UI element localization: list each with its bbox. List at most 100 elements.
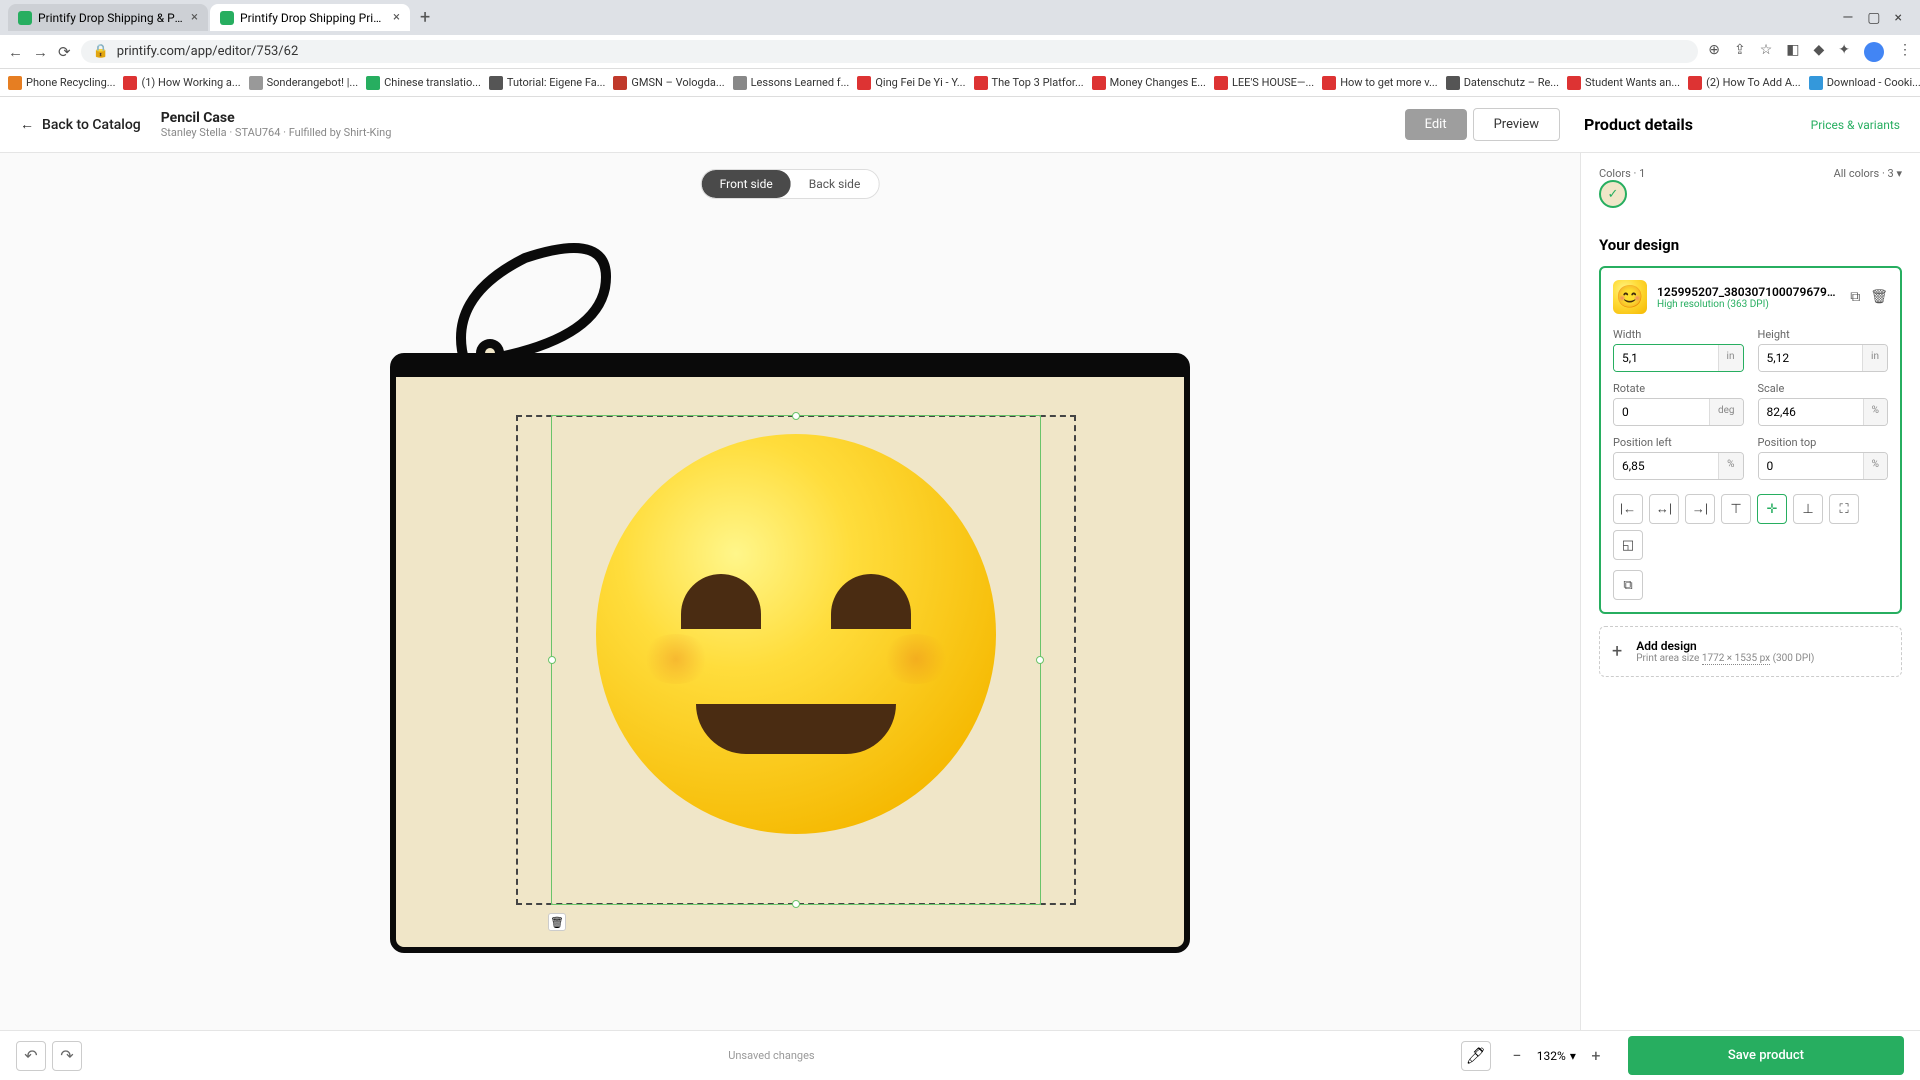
canvas-area[interactable]: Front side Back side 🗑	[0, 153, 1580, 1030]
edit-button[interactable]: Edit	[1405, 109, 1467, 140]
nav-forward-icon[interactable]: →	[33, 43, 48, 61]
bookmark-item[interactable]: Money Changes E...	[1092, 76, 1206, 90]
product-subtitle: Stanley Stella · STAU764 · Fulfilled by …	[161, 126, 392, 139]
back-label: Back to Catalog	[42, 117, 141, 133]
app-header: ← Back to Catalog Pencil Case Stanley St…	[0, 97, 1920, 153]
align-center-v-icon[interactable]: ✛	[1757, 494, 1787, 524]
width-input[interactable]	[1614, 345, 1718, 371]
bookmark-item[interactable]: Phone Recycling...	[8, 76, 115, 90]
scale-input[interactable]	[1759, 399, 1863, 425]
maximize-icon[interactable]: ▢	[1867, 10, 1880, 26]
undo-button[interactable]: ↶	[16, 1041, 46, 1071]
position-top-label: Position top	[1758, 436, 1889, 449]
align-top-icon[interactable]: ⊤	[1721, 494, 1751, 524]
browser-tab[interactable]: Printify Drop Shipping & Printi... ×	[8, 4, 208, 31]
color-swatch-selected[interactable]: ✓	[1599, 180, 1627, 208]
bookmark-item[interactable]: How to get more v...	[1322, 76, 1438, 90]
back-to-catalog-link[interactable]: ← Back to Catalog	[20, 116, 141, 133]
minimize-icon[interactable]: —	[1842, 10, 1853, 26]
bookmark-item[interactable]: LEE'S HOUSE—...	[1214, 76, 1314, 90]
close-window-icon[interactable]: ×	[1895, 10, 1902, 26]
fit-icon[interactable]: ⛶	[1829, 494, 1859, 524]
bookmark-item[interactable]: GMSN – Vologda...	[613, 76, 724, 90]
all-colors-dropdown[interactable]: All colors · 3 ▾	[1834, 167, 1902, 180]
align-right-icon[interactable]: →|	[1685, 494, 1715, 524]
zoom-level-dropdown[interactable]: 132% ▾	[1537, 1049, 1576, 1063]
height-label: Height	[1758, 328, 1889, 341]
height-input[interactable]	[1759, 345, 1863, 371]
unit-label: deg	[1709, 399, 1743, 425]
bookmark-item[interactable]: The Top 3 Platfor...	[974, 76, 1084, 90]
unit-label: %	[1863, 453, 1887, 479]
address-bar[interactable]: 🔒 printify.com/app/editor/753/62	[81, 40, 1699, 63]
puzzle-icon[interactable]: ✦	[1838, 42, 1850, 62]
duplicate-icon[interactable]: ⧉	[1850, 289, 1860, 305]
copy-layer-icon[interactable]: ⧉	[1613, 570, 1643, 600]
side-toggle: Front side Back side	[701, 169, 880, 199]
bookmark-item[interactable]: Download - Cooki...	[1809, 76, 1920, 90]
favicon-icon	[220, 11, 234, 25]
browser-tab-active[interactable]: Printify Drop Shipping Print o... ×	[210, 4, 410, 31]
resize-handle[interactable]	[548, 656, 556, 664]
delete-icon[interactable]: 🗑	[1870, 289, 1888, 305]
bookmark-item[interactable]: Lessons Learned f...	[733, 76, 850, 90]
add-design-button[interactable]: + Add design Print area size 1772 × 1535…	[1599, 626, 1902, 677]
bookmark-item[interactable]: Tutorial: Eigene Fa...	[489, 76, 606, 90]
tab-title: Printify Drop Shipping & Printi...	[38, 11, 185, 25]
zoom-out-button[interactable]: −	[1505, 1044, 1529, 1068]
bookmark-item[interactable]: Sonderangebot! |...	[249, 76, 359, 90]
profile-avatar[interactable]	[1864, 42, 1884, 62]
align-left-icon[interactable]: |←	[1613, 494, 1643, 524]
add-design-sub: Print area size 1772 × 1535 px (300 DPI)	[1636, 653, 1814, 664]
design-filename: 125995207_3803071000796799...	[1657, 285, 1840, 299]
back-side-button[interactable]: Back side	[791, 170, 879, 198]
menu-icon[interactable]: ⋮	[1898, 42, 1912, 62]
preview-button[interactable]: Preview	[1473, 108, 1560, 141]
align-center-h-icon[interactable]: ↔|	[1649, 494, 1679, 524]
rotate-label: Rotate	[1613, 382, 1744, 395]
front-side-button[interactable]: Front side	[702, 170, 791, 198]
url-text: printify.com/app/editor/753/62	[117, 44, 299, 59]
bookmark-item[interactable]: Student Wants an...	[1567, 76, 1680, 90]
delete-layer-icon[interactable]: 🗑	[548, 913, 566, 931]
position-left-input[interactable]	[1614, 453, 1718, 479]
rotate-input[interactable]	[1614, 399, 1709, 425]
plus-icon: +	[1612, 641, 1622, 662]
resize-handle[interactable]	[1036, 656, 1044, 664]
design-thumbnail: 😊	[1613, 280, 1647, 314]
selection-box[interactable]	[551, 415, 1041, 905]
bookmark-item[interactable]: Datenschutz – Re...	[1446, 76, 1559, 90]
arrow-left-icon: ←	[20, 116, 34, 133]
close-icon[interactable]: ×	[191, 10, 198, 25]
bookmark-item[interactable]: (2) How To Add A...	[1688, 76, 1801, 90]
chevron-down-icon: ▾	[1570, 1049, 1576, 1063]
bookmarks-bar: Phone Recycling... (1) How Working a... …	[0, 69, 1920, 97]
star-icon[interactable]: ☆	[1760, 42, 1773, 62]
eyedropper-button[interactable]: 🖊	[1461, 1041, 1491, 1071]
nav-back-icon[interactable]: ←	[8, 43, 23, 61]
fill-icon[interactable]: ◱	[1613, 530, 1643, 560]
scale-label: Scale	[1758, 382, 1889, 395]
align-bottom-icon[interactable]: ⊥	[1793, 494, 1823, 524]
ext2-icon[interactable]: ◆	[1813, 42, 1824, 62]
save-product-button[interactable]: Save product	[1628, 1036, 1904, 1075]
product-mockup: 🗑	[390, 353, 1190, 953]
bookmark-item[interactable]: Chinese translatio...	[366, 76, 481, 90]
bookmark-item[interactable]: Qing Fei De Yi - Y...	[857, 76, 965, 90]
translate-icon[interactable]: ⊕	[1708, 42, 1720, 62]
bookmark-item[interactable]: (1) How Working a...	[123, 76, 240, 90]
redo-button[interactable]: ↷	[52, 1041, 82, 1071]
position-top-input[interactable]	[1759, 453, 1863, 479]
new-tab-button[interactable]: +	[412, 7, 438, 28]
ext1-icon[interactable]: ◧	[1786, 42, 1799, 62]
zoom-in-button[interactable]: +	[1584, 1044, 1608, 1068]
close-icon[interactable]: ×	[393, 10, 400, 25]
prices-variants-link[interactable]: Prices & variants	[1811, 118, 1900, 132]
resize-handle[interactable]	[792, 900, 800, 908]
unit-label: %	[1718, 453, 1742, 479]
resize-handle[interactable]	[792, 412, 800, 420]
nav-reload-icon[interactable]: ⟳	[58, 43, 71, 61]
width-label: Width	[1613, 328, 1744, 341]
share-icon[interactable]: ⇪	[1734, 42, 1746, 62]
tab-title: Printify Drop Shipping Print o...	[240, 11, 387, 25]
